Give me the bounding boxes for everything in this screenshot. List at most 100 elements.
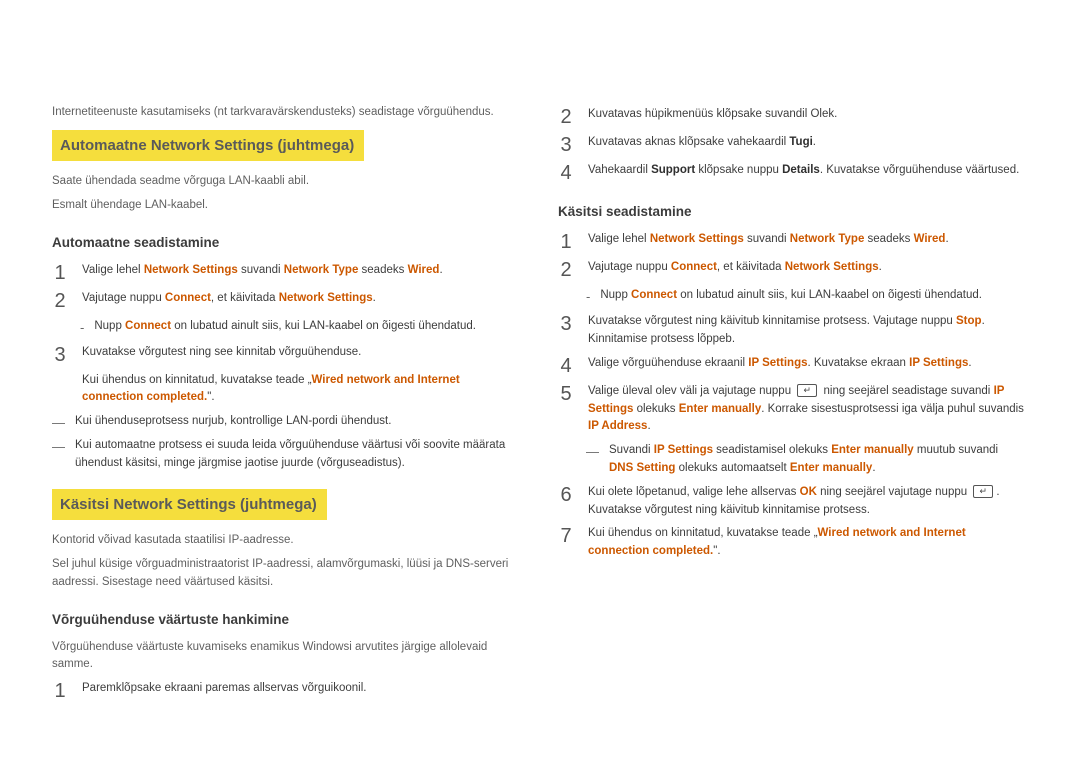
step-content: Kuvatakse võrgutest ning käivitub kinnit… bbox=[588, 313, 1024, 349]
t: Tugi bbox=[789, 136, 812, 148]
t: Network Settings bbox=[144, 264, 238, 276]
step-content: Paremklõpsake ekraani paremas allservas … bbox=[82, 680, 518, 698]
t: olekuks bbox=[633, 403, 678, 415]
t: muutub suvandi bbox=[914, 444, 998, 456]
t: Kui ühendus on kinnitatud, kuvatakse tea… bbox=[82, 374, 312, 386]
t: Network Type bbox=[284, 264, 359, 276]
t: Vajutage nuppu bbox=[588, 261, 671, 273]
step-content: Valige võrguühenduse ekraanil IP Setting… bbox=[588, 355, 1024, 373]
t: . bbox=[647, 420, 650, 432]
t: Nupp bbox=[94, 320, 125, 332]
t: Valige võrguühenduse ekraanil bbox=[588, 357, 748, 369]
step-content: Vajutage nuppu Connect, et käivitada Net… bbox=[588, 259, 1024, 277]
heading-manual-network-settings: Käsitsi Network Settings (juhtmega) bbox=[52, 489, 327, 520]
t: . bbox=[872, 462, 875, 474]
t: suvandi bbox=[744, 233, 790, 245]
t: Valige lehel bbox=[82, 264, 144, 276]
t: Connect bbox=[631, 289, 677, 301]
step-content: Kui ühendus on kinnitatud, kuvatakse tea… bbox=[588, 525, 1024, 561]
t: . bbox=[373, 292, 376, 304]
step-content: Kuvatavas hüpikmenüüs klõpsake suvandil … bbox=[588, 106, 1024, 124]
t: . bbox=[439, 264, 442, 276]
t: Kuvatakse võrgutest ning käivitub kinnit… bbox=[588, 315, 956, 327]
step-content: Vajutage nuppu Connect, et käivitada Net… bbox=[82, 290, 518, 308]
text-p4: Sel juhul küsige võrguadministraatorist … bbox=[52, 556, 518, 592]
t: seadeks bbox=[358, 264, 407, 276]
t: Connect bbox=[125, 320, 171, 332]
t: Enter manually bbox=[679, 403, 761, 415]
t: Kuvatakse võrgutest ning see kinnitab võ… bbox=[82, 344, 518, 362]
step-number: 4 bbox=[558, 355, 574, 377]
text-p1: Saate ühendada seadme võrguga LAN-kaabli… bbox=[52, 173, 518, 191]
heading-auto-network-settings: Automaatne Network Settings (juhtmega) bbox=[52, 130, 364, 161]
t: on lubatud ainult siis, kui LAN-kaabel o… bbox=[677, 289, 982, 301]
step-number: 2 bbox=[558, 259, 574, 281]
dash-icon: - bbox=[586, 287, 590, 307]
values-step-4: 4 Vahekaardil Support klõpsake nuppu Det… bbox=[558, 162, 1024, 184]
dash-icon: - bbox=[80, 318, 84, 338]
left-column: Internetiteenuste kasutamiseks (nt tarkv… bbox=[52, 100, 518, 723]
t: Enter manually bbox=[790, 462, 872, 474]
t: Valige üleval olev väli ja vajutage nupp… bbox=[588, 385, 794, 397]
t: IP Address bbox=[588, 420, 647, 432]
t: Wired bbox=[914, 233, 946, 245]
t: OK bbox=[800, 486, 817, 498]
step-content: Kuvatavas aknas klõpsake vahekaardil Tug… bbox=[588, 134, 1024, 152]
t: olekuks automaatselt bbox=[675, 462, 789, 474]
step-content: Kuvatakse võrgutest ning see kinnitab võ… bbox=[82, 344, 518, 407]
t: ning seejärel vajutage nuppu bbox=[817, 486, 970, 498]
t: IP Settings bbox=[909, 357, 968, 369]
text-p3: Kontorid võivad kasutada staatilisi IP-a… bbox=[52, 532, 518, 550]
t: Support bbox=[651, 164, 695, 176]
values-step-3: 3 Kuvatavas aknas klõpsake vahekaardil T… bbox=[558, 134, 1024, 156]
auto-step-2: 2 Vajutage nuppu Connect, et käivitada N… bbox=[52, 290, 518, 312]
step-content: Kui olete lõpetanud, valige lehe allserv… bbox=[588, 484, 1024, 520]
t: Nupp bbox=[600, 289, 631, 301]
step-number: 1 bbox=[52, 680, 68, 702]
manual-step-4: 4 Valige võrguühenduse ekraanil IP Setti… bbox=[558, 355, 1024, 377]
t: Kui olete lõpetanud, valige lehe allserv… bbox=[588, 486, 800, 498]
t: Network Settings bbox=[279, 292, 373, 304]
manual-step-7: 7 Kui ühendus on kinnitatud, kuvatakse t… bbox=[558, 525, 1024, 561]
values-step-2: 2 Kuvatavas hüpikmenüüs klõpsake suvandi… bbox=[558, 106, 1024, 128]
t: Details bbox=[782, 164, 820, 176]
step-3-sub: Kui ühendus on kinnitatud, kuvatakse tea… bbox=[82, 372, 518, 408]
auto-step-2-note: - Nupp Connect on lubatud ainult siis, k… bbox=[80, 318, 518, 338]
manual-step-2: 2 Vajutage nuppu Connect, et käivitada N… bbox=[558, 259, 1024, 281]
heading-auto-setup: Automaatne seadistamine bbox=[52, 233, 518, 254]
t: Vahekaardil bbox=[588, 164, 651, 176]
t: Suvandi bbox=[609, 444, 654, 456]
t: on lubatud ainult siis, kui LAN-kaabel o… bbox=[171, 320, 476, 332]
enter-key-icon bbox=[973, 485, 993, 498]
note-content: Nupp Connect on lubatud ainult siis, kui… bbox=[600, 287, 982, 305]
manual-step-5-note: ― Suvandi IP Settings seadistamisel olek… bbox=[586, 442, 1024, 478]
step-content: Valige üleval olev väli ja vajutage nupp… bbox=[588, 383, 1024, 436]
step-number: 5 bbox=[558, 383, 574, 405]
manual-step-6: 6 Kui olete lõpetanud, valige lehe allse… bbox=[558, 484, 1024, 520]
t: . bbox=[813, 136, 816, 148]
values-step-1: 1 Paremklõpsake ekraani paremas allserva… bbox=[52, 680, 518, 702]
note-content: Suvandi IP Settings seadistamisel olekuk… bbox=[609, 442, 1024, 478]
t: DNS Setting bbox=[609, 462, 675, 474]
text-p2: Esmalt ühendage LAN-kaabel. bbox=[52, 197, 518, 215]
auto-step-3: 3 Kuvatakse võrgutest ning see kinnitab … bbox=[52, 344, 518, 407]
manual-step-1: 1 Valige lehel Network Settings suvandi … bbox=[558, 231, 1024, 253]
t: . bbox=[879, 261, 882, 273]
note-content: Kui automaatne protsess ei suuda leida v… bbox=[75, 437, 518, 473]
heading-get-values: Võrguühenduse väärtuste hankimine bbox=[52, 610, 518, 631]
step-number: 2 bbox=[558, 106, 574, 128]
t: . bbox=[945, 233, 948, 245]
step-content: Valige lehel Network Settings suvandi Ne… bbox=[588, 231, 1024, 249]
step-content: Valige lehel Network Settings suvandi Ne… bbox=[82, 262, 518, 280]
t: Wired bbox=[408, 264, 440, 276]
t: Valige lehel bbox=[588, 233, 650, 245]
auto-note-fail: ― Kui ühenduseprotsess nurjub, kontrolli… bbox=[52, 413, 518, 433]
t: IP Settings bbox=[748, 357, 807, 369]
t: seadistamisel olekuks bbox=[713, 444, 831, 456]
t: , et käivitada bbox=[211, 292, 279, 304]
manual-step-3: 3 Kuvatakse võrgutest ning käivitub kinn… bbox=[558, 313, 1024, 349]
t: . Kuvatakse ekraan bbox=[807, 357, 909, 369]
step-number: 3 bbox=[52, 344, 68, 366]
t: Stop bbox=[956, 315, 982, 327]
note-content: Nupp Connect on lubatud ainult siis, kui… bbox=[94, 318, 476, 336]
